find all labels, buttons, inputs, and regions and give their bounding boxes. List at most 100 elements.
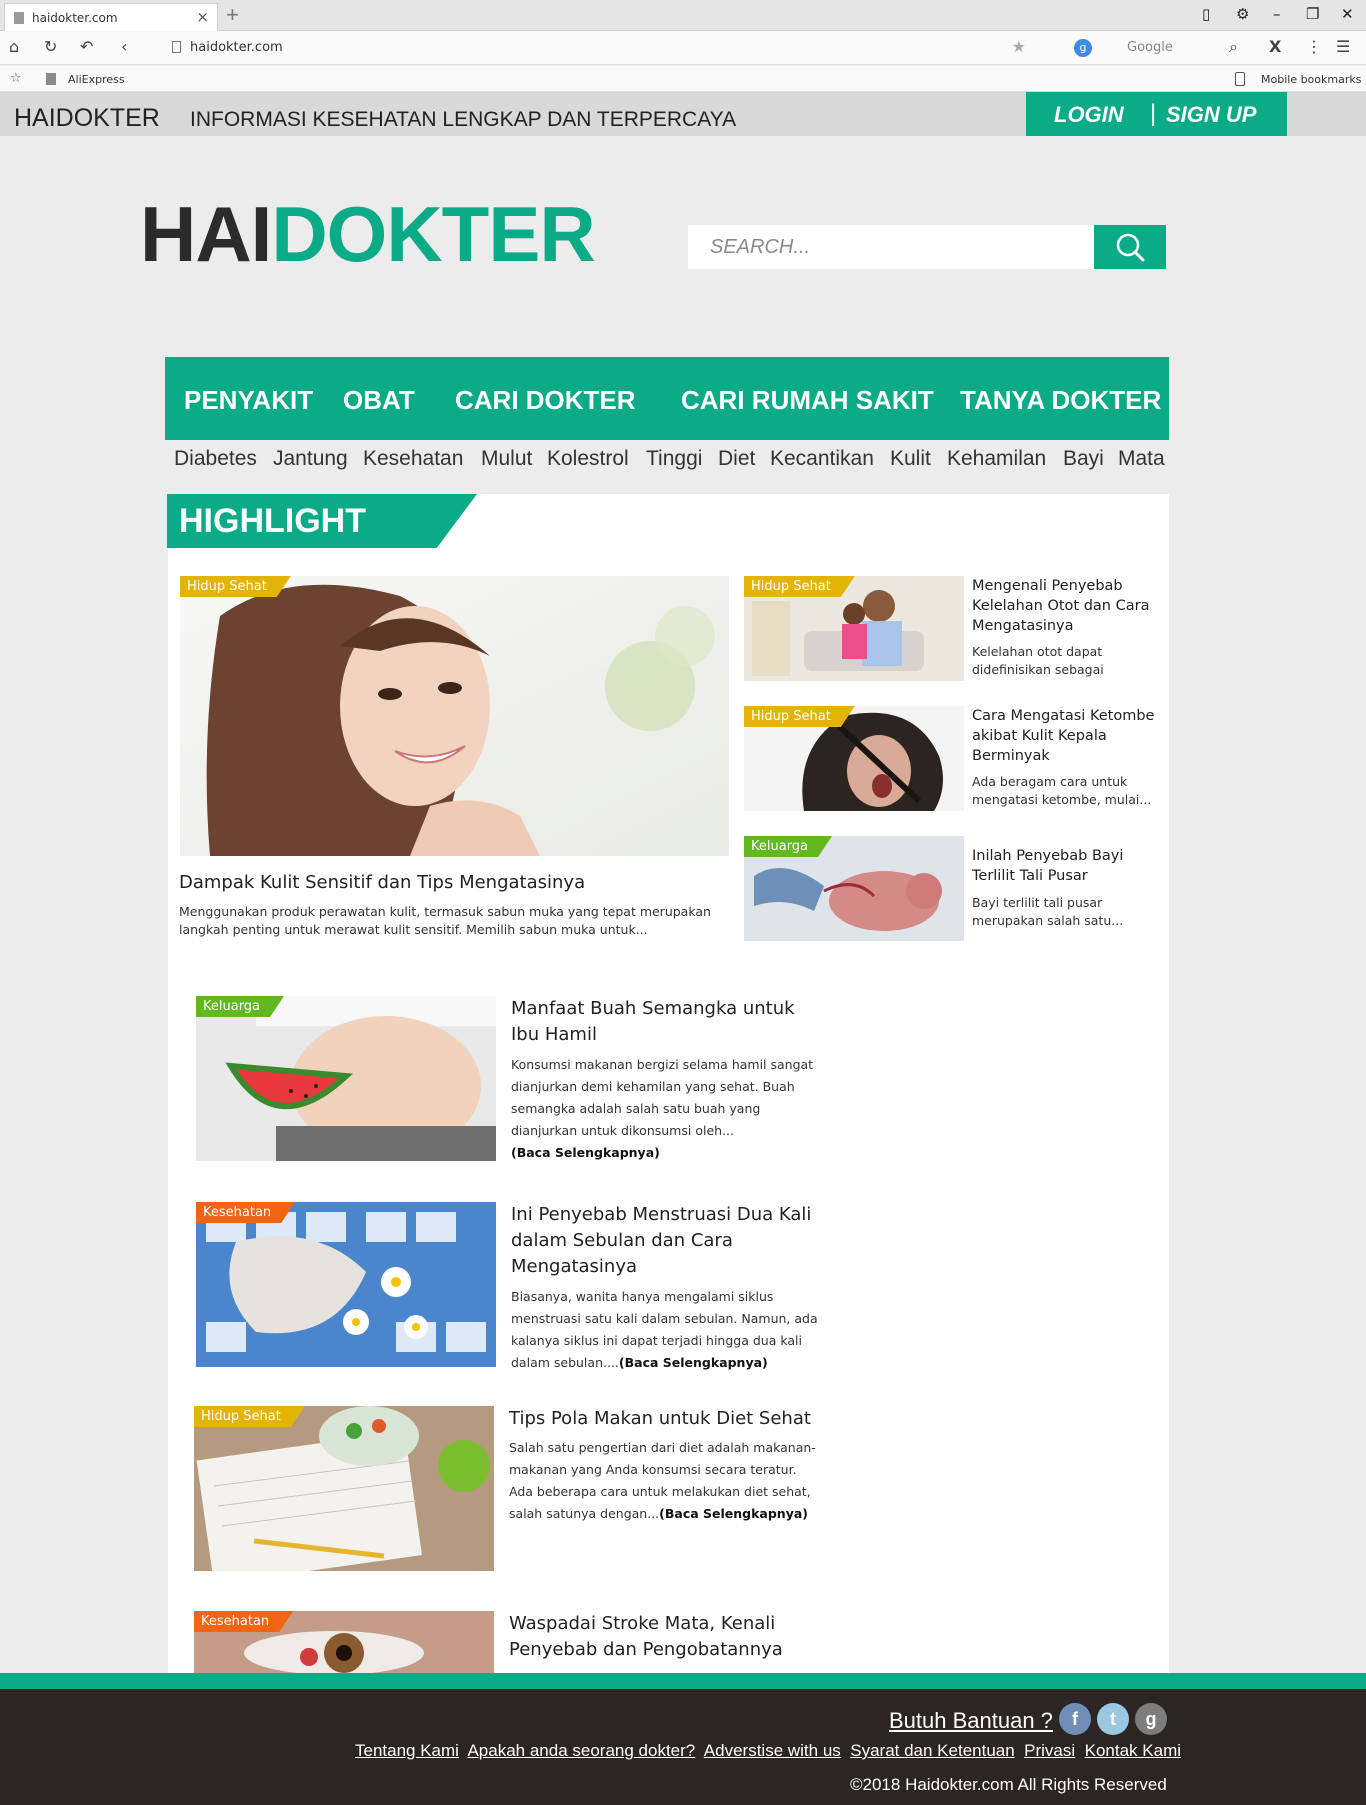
tag-jantung[interactable]: Jantung — [273, 447, 348, 471]
tag-bayi[interactable]: Bayi — [1063, 447, 1104, 471]
url-field[interactable]: haidokter.com ★ — [160, 36, 1030, 60]
side-highlight-desc-2: Ada beragam cara untuk mengatasi ketombe… — [972, 774, 1152, 807]
page-icon — [172, 41, 181, 53]
footer-link-privasi[interactable]: Privasi — [1024, 1741, 1075, 1760]
side-highlight-desc-3: Bayi terlilit tali pusar merupakan salah… — [972, 895, 1124, 928]
more-icon[interactable]: ⋮ — [1306, 37, 1322, 56]
footer-link-kontak[interactable]: Kontak Kami — [1085, 1741, 1181, 1760]
footer: Butuh Bantuan ? f t g Tentang Kami Apaka… — [0, 1689, 1366, 1805]
bookmark-star-outline-icon[interactable]: ☆ — [10, 71, 22, 86]
article-desc-1: Konsumsi makanan bergizi selama hamil sa… — [511, 1054, 821, 1164]
site-logo[interactable]: HAIDOKTER — [140, 190, 596, 278]
tag-tinggi[interactable]: Tinggi — [646, 447, 702, 471]
tag-diet[interactable]: Diet — [718, 447, 755, 471]
back-icon[interactable]: ‹ — [121, 37, 127, 56]
search-icon[interactable]: ⌕ — [1229, 37, 1238, 57]
logo-dokter: DOKTER — [271, 190, 595, 278]
side-highlight-title-1[interactable]: Mengenali Penyebab Kelelahan Otot dan Ca… — [972, 576, 1167, 636]
site-brand-small[interactable]: HAIDOKTER — [14, 104, 160, 133]
tag-kecantikan[interactable]: Kecantikan — [770, 447, 874, 471]
search-icon — [1116, 233, 1145, 262]
x-extension-icon[interactable]: X — [1269, 37, 1281, 56]
tag-kolestrol[interactable]: Kolestrol — [547, 447, 629, 471]
article-image-1[interactable]: Keluarga — [196, 996, 496, 1161]
category-badge[interactable]: Kesehatan — [196, 1202, 295, 1223]
reload-icon[interactable]: ↻ — [44, 37, 57, 56]
footer-stripe — [0, 1673, 1366, 1689]
article-title-2[interactable]: Ini Penyebab Menstruasi Dua Kali dalam S… — [511, 1202, 821, 1280]
highlight-banner: HIGHLIGHT — [167, 494, 477, 548]
tag-kulit[interactable]: Kulit — [890, 447, 931, 471]
tag-kehamilan[interactable]: Kehamilan — [947, 447, 1046, 471]
minimize-icon[interactable]: – — [1273, 5, 1281, 23]
restore-icon[interactable]: ❐ — [1306, 5, 1319, 23]
facebook-icon[interactable]: f — [1059, 1703, 1091, 1735]
read-more-link-2[interactable]: (Baca Selengkapnya) — [619, 1355, 768, 1370]
category-badge[interactable]: Kesehatan — [194, 1611, 293, 1632]
tab-list-icon[interactable]: ▯ — [1202, 5, 1210, 23]
tag-diabetes[interactable]: Diabetes — [174, 447, 257, 471]
google-icon[interactable]: g — [1135, 1703, 1167, 1735]
search-input[interactable] — [688, 225, 1094, 269]
read-more-link-3[interactable]: (Baca Selengkapnya) — [659, 1506, 808, 1521]
nav-tanya-dokter[interactable]: TANYA DOKTER — [960, 385, 1161, 416]
category-badge[interactable]: Hidup Sehat — [194, 1406, 305, 1427]
main-highlight-title[interactable]: Dampak Kulit Sensitif dan Tips Mengatasi… — [179, 873, 739, 893]
auth-divider: | — [1150, 100, 1157, 127]
side-highlight-image-3[interactable]: Keluarga — [744, 836, 964, 941]
footer-link-advertise[interactable]: Adverstise with us — [704, 1741, 841, 1760]
main-highlight-image[interactable]: Hidup Sehat — [180, 576, 729, 856]
side-highlight-title-2[interactable]: Cara Mengatasi Ketombe akibat Kulit Kepa… — [972, 706, 1167, 766]
search-engine-icon[interactable]: g — [1074, 39, 1092, 57]
footer-link-tentang[interactable]: Tentang Kami — [355, 1741, 459, 1760]
search-engine-name[interactable]: Google — [1127, 40, 1173, 55]
category-badge[interactable]: Hidup Sehat — [180, 576, 291, 597]
home-icon[interactable]: ⌂ — [9, 37, 19, 56]
calendar-pad-image — [196, 1202, 496, 1367]
article-image-3[interactable]: Hidup Sehat — [194, 1406, 494, 1571]
read-more-link-1[interactable]: (Baca Selengkapnya) — [511, 1145, 660, 1160]
tag-mulut[interactable]: Mulut — [481, 447, 532, 471]
undo-icon[interactable]: ↶ — [80, 37, 93, 56]
new-tab-icon[interactable]: + — [226, 2, 239, 28]
main-highlight-desc: Menggunakan produk perawatan kulit, term… — [179, 903, 739, 939]
diet-plan-image — [194, 1406, 494, 1571]
footer-link-syarat[interactable]: Syarat dan Ketentuan — [850, 1741, 1014, 1760]
tag-mata[interactable]: Mata — [1118, 447, 1165, 471]
signup-link[interactable]: SIGN UP — [1166, 102, 1256, 128]
search-button[interactable] — [1094, 225, 1166, 269]
url-text: haidokter.com — [190, 40, 283, 55]
category-badge[interactable]: Keluarga — [744, 836, 832, 857]
category-badge[interactable]: Hidup Sehat — [744, 706, 855, 727]
mobile-bookmarks[interactable]: Mobile bookmarks — [1261, 73, 1361, 86]
extension-icon[interactable]: ⚙ — [1236, 5, 1249, 23]
side-highlight-image-1[interactable]: Hidup Sehat — [744, 576, 964, 681]
browser-tab[interactable]: haidokter.com × — [4, 3, 218, 31]
article-title-4[interactable]: Waspadai Stroke Mata, Kenali Penyebab da… — [509, 1611, 819, 1663]
footer-link-dokter[interactable]: Apakah anda seorang dokter? — [467, 1741, 695, 1760]
bookmark-star-icon[interactable]: ★ — [1012, 37, 1026, 56]
nav-cari-dokter[interactable]: CARI DOKTER — [455, 385, 636, 416]
login-link[interactable]: LOGIN — [1054, 102, 1124, 128]
nav-penyakit[interactable]: PENYAKIT — [184, 385, 313, 416]
nav-obat[interactable]: OBAT — [343, 385, 415, 416]
main-highlight-desc-line1: Menggunakan produk perawatan kulit, term… — [179, 904, 711, 919]
menu-icon[interactable]: ☰ — [1336, 37, 1350, 56]
article-title-3[interactable]: Tips Pola Makan untuk Diet Sehat — [509, 1406, 819, 1432]
tag-kesehatan[interactable]: Kesehatan — [363, 447, 463, 471]
article-image-4[interactable]: Kesehatan — [194, 1611, 494, 1673]
category-badge[interactable]: Hidup Sehat — [744, 576, 855, 597]
twitter-icon[interactable]: t — [1097, 1703, 1129, 1735]
help-link[interactable]: Butuh Bantuan ? — [889, 1708, 1053, 1734]
footer-links: Tentang Kami Apakah anda seorang dokter?… — [355, 1741, 1181, 1761]
category-badge[interactable]: Keluarga — [196, 996, 284, 1017]
article-image-2[interactable]: Kesehatan — [196, 1202, 496, 1367]
article-desc-2: Biasanya, wanita hanya mengalami siklus … — [511, 1286, 821, 1374]
article-title-1[interactable]: Manfaat Buah Semangka untuk Ibu Hamil — [511, 996, 821, 1048]
side-highlight-title-3[interactable]: Inilah Penyebab Bayi Terlilit Tali Pusar — [972, 846, 1167, 886]
nav-cari-rumah-sakit[interactable]: CARI RUMAH SAKIT — [681, 385, 934, 416]
close-tab-icon[interactable]: × — [196, 8, 209, 26]
bookmark-aliexpress[interactable]: AliExpress — [68, 73, 125, 86]
close-window-icon[interactable]: ✕ — [1341, 5, 1354, 23]
side-highlight-image-2[interactable]: Hidup Sehat — [744, 706, 964, 811]
